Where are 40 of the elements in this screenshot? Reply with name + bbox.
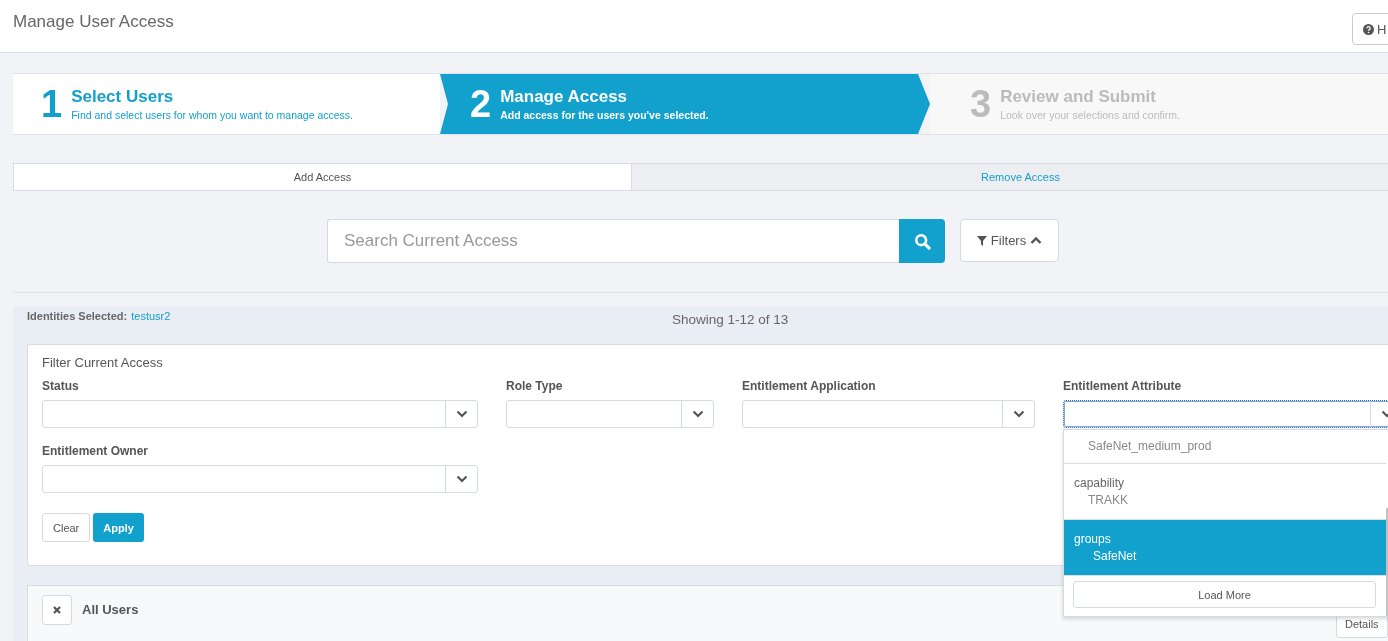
tab[interactable]: Add Access [14,164,632,190]
field-label: Status [42,379,80,393]
chevron-down-icon [691,410,704,418]
chevron-down-icon [455,475,468,483]
field-label: Entitlement Attribute [1063,379,1183,393]
field-label: Role Type [506,379,564,393]
filter-title: Filter Current Access [42,355,163,370]
help-button[interactable]: H [1352,13,1388,45]
search-field[interactable]: Search Current Access [327,219,899,263]
page-title: Manage User Access [13,12,174,32]
option-attribute: capability [1074,476,1126,490]
help-icon [1363,23,1374,35]
field-label: Entitlement Application [742,379,877,393]
users-title: All Users [82,602,139,617]
user-link[interactable]: testusr2 [131,310,171,322]
remove-button[interactable] [42,595,72,625]
identities-label: Identities Selected: [27,310,128,322]
search-button[interactable] [899,219,945,263]
chevron-down-icon [1012,410,1025,418]
option-attribute: groups [1074,532,1112,546]
select-field[interactable] [1063,400,1388,428]
apply-button[interactable]: Apply [93,513,144,542]
showing-count: Showing 1-12 of 13 [672,312,789,327]
load-more-button[interactable]: Load More [1073,581,1376,608]
option-value: SafeNet [1092,549,1138,563]
field-label: Entitlement Owner [42,444,149,458]
wizard-step[interactable]: 2 Manage Access Add access for the users you've selected. [440,74,930,134]
dropdown-option[interactable]: SafeNet_medium_prod [1064,430,1386,464]
close-icon [53,606,61,614]
filter-icon [976,235,987,246]
clear-button[interactable]: Clear [42,513,91,542]
tab[interactable]: Remove Access [632,164,1388,190]
wizard-step[interactable]: 1 Select Users Find and select users for whom you want to manage access. [13,74,440,134]
search-icon [913,232,931,250]
option-value: TRAKK [1087,493,1129,507]
chevron-icon [1030,236,1043,245]
option-value: SafeNet_medium_prod [1087,439,1213,453]
chevron-down-icon [455,410,468,418]
filters-button[interactable]: Filters [960,219,1059,262]
dropdown-option[interactable]: groups SafeNet [1064,520,1386,576]
